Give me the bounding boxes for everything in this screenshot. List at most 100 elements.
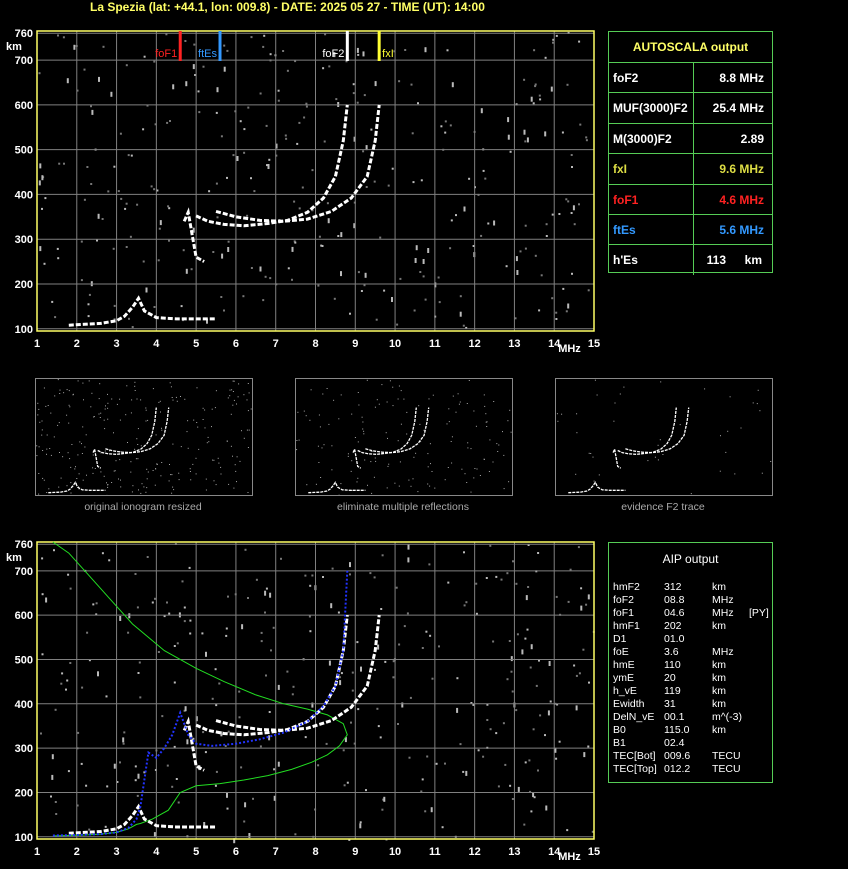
noise-speckle bbox=[105, 695, 108, 698]
thumb-noise bbox=[354, 437, 356, 438]
noise-speckle bbox=[487, 222, 490, 225]
marker-label-foF2: foF2 bbox=[322, 48, 344, 60]
noise-speckle bbox=[331, 567, 334, 570]
thumb-noise bbox=[236, 481, 237, 483]
thumb-noise bbox=[398, 385, 400, 387]
noise-speckle bbox=[363, 284, 366, 287]
noise-speckle bbox=[424, 810, 427, 813]
thumb-noise bbox=[431, 471, 433, 472]
noise-speckle bbox=[250, 267, 253, 269]
autoscala-value: 5.6 MHz bbox=[719, 223, 764, 237]
x-tick-label: 6 bbox=[233, 338, 239, 350]
noise-speckle bbox=[566, 829, 569, 832]
noise-speckle bbox=[226, 792, 228, 798]
noise-speckle bbox=[291, 246, 294, 252]
thumb-noise bbox=[647, 460, 649, 462]
noise-speckle bbox=[294, 833, 297, 836]
noise-speckle bbox=[323, 140, 326, 143]
noise-speckle bbox=[550, 86, 553, 92]
noise-speckle bbox=[570, 212, 573, 214]
noise-speckle bbox=[383, 796, 386, 802]
noise-speckle bbox=[523, 129, 526, 135]
noise-speckle bbox=[80, 240, 83, 243]
noise-speckle bbox=[340, 232, 343, 238]
noise-speckle bbox=[150, 185, 153, 188]
x-tick-label: 3 bbox=[114, 846, 120, 858]
noise-speckle bbox=[183, 606, 186, 609]
thumb-noise bbox=[113, 470, 115, 472]
noise-speckle bbox=[573, 664, 576, 667]
noise-speckle bbox=[537, 769, 539, 772]
thumb-noise bbox=[475, 425, 477, 427]
noise-speckle bbox=[534, 254, 537, 257]
thumb-noise bbox=[196, 387, 198, 389]
noise-speckle bbox=[304, 574, 307, 577]
noise-speckle bbox=[587, 289, 590, 292]
noise-speckle bbox=[265, 587, 268, 590]
noise-speckle bbox=[243, 820, 246, 823]
noise-speckle bbox=[53, 549, 55, 552]
thumb-noise bbox=[107, 393, 108, 395]
noise-speckle bbox=[242, 295, 245, 298]
noise-speckle bbox=[143, 55, 146, 58]
thumbnail-multiple-reflections bbox=[295, 378, 513, 496]
noise-speckle bbox=[97, 213, 100, 219]
noise-speckle bbox=[238, 690, 241, 693]
noise-speckle bbox=[303, 116, 306, 119]
thumb-noise bbox=[195, 473, 197, 475]
aip-row-7: ymE 20 km bbox=[613, 672, 773, 685]
thumb-noise bbox=[156, 463, 158, 465]
noise-speckle bbox=[548, 661, 551, 666]
thumb-noise bbox=[374, 457, 376, 459]
autoscala-row-6: h'Es 113 km bbox=[609, 244, 772, 276]
thumb-noise bbox=[427, 466, 429, 468]
x-tick-label: 9 bbox=[352, 846, 358, 858]
noise-speckle bbox=[365, 186, 368, 188]
aip-row-14: TEC[Top] 012.2 TECU bbox=[613, 763, 773, 776]
thumb-noise bbox=[458, 403, 460, 405]
thumb-noise bbox=[507, 420, 509, 422]
noise-speckle bbox=[544, 56, 547, 59]
thumb-noise bbox=[161, 462, 163, 463]
caption-f2-trace: evidence F2 trace bbox=[621, 501, 705, 513]
autoscala-value: 8.8 MHz bbox=[719, 71, 764, 85]
noise-speckle bbox=[137, 773, 140, 779]
noise-speckle bbox=[558, 740, 561, 743]
thumb-noise bbox=[588, 452, 590, 454]
thumb-noise bbox=[134, 385, 136, 387]
noise-speckle bbox=[517, 786, 520, 792]
noise-speckle bbox=[120, 197, 123, 200]
thumb-noise bbox=[356, 481, 358, 483]
noise-speckle bbox=[465, 601, 468, 604]
thumb-noise bbox=[497, 451, 499, 452]
thumb-noise bbox=[170, 386, 172, 388]
noise-speckle bbox=[363, 94, 366, 97]
noise-speckle bbox=[286, 670, 289, 673]
thumb-noise bbox=[211, 408, 213, 410]
thumb-noise bbox=[46, 434, 48, 436]
noise-speckle bbox=[450, 219, 453, 222]
noise-speckle bbox=[507, 117, 510, 123]
noise-speckle bbox=[193, 43, 196, 46]
thumb-noise bbox=[172, 443, 174, 445]
noise-speckle bbox=[508, 640, 511, 642]
thumb-noise bbox=[37, 402, 39, 404]
noise-speckle bbox=[506, 572, 509, 575]
noise-speckle bbox=[221, 253, 224, 259]
thumb-noise bbox=[136, 398, 138, 400]
aip-label: foF2 bbox=[613, 594, 635, 606]
thumb-noise bbox=[71, 444, 73, 445]
thumb-noise bbox=[135, 458, 137, 460]
noise-speckle bbox=[223, 44, 226, 47]
noise-speckle bbox=[112, 247, 115, 250]
noise-speckle bbox=[567, 200, 570, 203]
thumb-noise bbox=[704, 388, 706, 390]
thumb-noise bbox=[727, 430, 729, 432]
thumb-noise bbox=[175, 396, 177, 398]
noise-speckle bbox=[38, 180, 41, 186]
y-tick-label: 400 bbox=[15, 699, 33, 711]
thumb-noise bbox=[226, 440, 228, 442]
noise-speckle bbox=[532, 102, 535, 105]
noise-speckle bbox=[252, 797, 254, 800]
noise-speckle bbox=[90, 105, 92, 108]
